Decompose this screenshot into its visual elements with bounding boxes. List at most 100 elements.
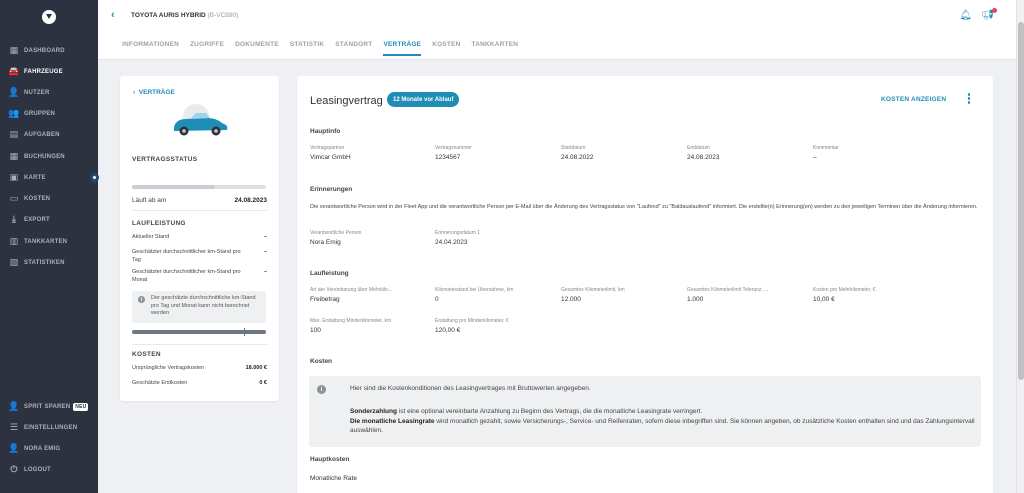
back-to-contracts-link[interactable]: ‹ VERTRÄGE: [133, 89, 175, 96]
sidebar-item-label: TANKKARTEN: [24, 238, 68, 245]
page-scrollbar[interactable]: [1016, 0, 1024, 493]
sidebar-item-label: AUFGABEN: [24, 131, 60, 138]
contract-detail-panel: Leasingvertrag 12 Monate vor Ablauf KOST…: [297, 76, 993, 493]
settings-icon: ☰: [9, 422, 19, 432]
divider: [132, 210, 267, 211]
car-illustration: [174, 104, 228, 136]
contract-title: Leasingvertrag: [310, 95, 383, 107]
savings-icon: 👤: [8, 401, 20, 411]
chart-icon: ▧: [9, 257, 19, 267]
mileage-row: Geschätzter durchschnittlicher km-Stand …: [132, 269, 267, 283]
power-icon: ⏻: [10, 464, 18, 474]
group-icon: 👥: [8, 108, 20, 118]
hauptkosten-heading: Hauptkosten: [310, 456, 350, 463]
sidebar-item-gruppen[interactable]: 👥 GRUPPEN: [0, 103, 98, 124]
field-max-erstattung-minderkilometer-km: Max. Erstattung Minderkilometer, km 100: [310, 318, 392, 334]
sidebar-item-label: FAHRZEUGE: [24, 68, 63, 75]
field-kilometerstand-bei-übernahme-km: Kilometerstand bei Übernahme, km 0: [435, 287, 514, 303]
cost-row: Ursprüngliche Vertragskosten 18.000 €: [132, 365, 267, 371]
sidebar-item-label: LOGOUT: [24, 466, 51, 473]
erinnerungen-text: Die verantwortliche Person wird in der F…: [310, 204, 978, 210]
logo-icon[interactable]: [42, 10, 56, 24]
sidebar-item-tankkarten[interactable]: ▥ TANKKARTEN: [0, 231, 98, 252]
field-art-der-vereinbarung-über-mehrkilo: Art der Vereinbarung über Mehrkilo... Fre…: [310, 287, 392, 303]
field-gesamtes-kilometerlimit-km: Gesamtes Kilometerlimit, km 12.000: [561, 287, 625, 303]
km-info-text: Der geschätzte durchschnittliche km-Stan…: [151, 295, 256, 316]
field-kosten-pro-mehrkilometer: Kosten pro Mehrkilometer, €10,00 €: [813, 287, 876, 303]
sidebar-item-label: DASHBOARD: [24, 47, 65, 54]
sidebar-item-label: KOSTEN: [24, 195, 51, 202]
tab-statistik[interactable]: STATISTIK: [290, 41, 324, 56]
car-icon: 🚘: [8, 66, 20, 76]
tab-dokumente[interactable]: DOKUMENTE: [235, 41, 279, 56]
tab-informationen[interactable]: INFORMATIONEN: [122, 41, 179, 56]
map-icon: ▣: [9, 172, 19, 182]
sidebar-item-label: NORA EMIG: [24, 445, 61, 452]
field-kommentar: Kommentar –: [813, 145, 839, 161]
divider: [132, 344, 267, 345]
back-chevron-icon[interactable]: ‹: [111, 9, 115, 21]
sidebar: ▦ DASHBOARD 🚘 FAHRZEUGE 👤 NUTZER 👥 GRUPPEN ▤ AUFG…: [0, 0, 98, 493]
header: ‹ TOYOTA AURIS HYBRID (B-VC890) INFORMAT…: [98, 0, 1016, 60]
contract-status-progress: [132, 185, 266, 189]
sidebar-item-dashboard[interactable]: ▦ DASHBOARD: [0, 40, 98, 61]
bell-icon[interactable]: 🔔︎: [959, 10, 972, 21]
sidebar-item-fahrzeuge[interactable]: 🚘 FAHRZEUGE: [0, 61, 98, 82]
mileage-bar: [132, 328, 266, 336]
new-badge: NEU: [73, 402, 89, 411]
sidebar-item-label: BUCHUNGEN: [24, 153, 65, 160]
contract-status-progress-fill: [132, 185, 216, 189]
download-icon: ⤓: [11, 214, 17, 224]
sidebar-item-buchungen[interactable]: ▦ BUCHUNGEN: [0, 146, 98, 167]
tab-zugriffe[interactable]: ZUGRIFFE: [190, 41, 224, 56]
expiry-badge: 12 Monate vor Ablauf: [387, 92, 460, 107]
user-icon: 👤: [8, 443, 20, 453]
show-costs-button[interactable]: KOSTEN ANZEIGEN: [881, 96, 946, 103]
expires-row: Läuft ab am 24.08.2023: [132, 197, 267, 204]
calendar-icon: ▦: [9, 151, 19, 161]
wallet-icon: ▭: [9, 193, 19, 203]
sidebar-item-sprit-sparen[interactable]: 👤 SPRIT SPAREN NEU: [0, 396, 98, 417]
laufleistung-section-heading: Laufleistung: [310, 270, 349, 277]
sidebar-item-label: GRUPPEN: [24, 110, 56, 117]
contract-status-card: ‹ VERTRÄGE VERTRAGSSTATUS Läuft ab am 24.…: [120, 76, 279, 401]
kosten-explanation: Sonderzahlung ist eine optional vereinba…: [350, 408, 975, 434]
sidebar-item-export[interactable]: ⤓ EXPORT: [0, 209, 98, 230]
tab-kosten[interactable]: KOSTEN: [432, 41, 460, 56]
field-erinnerungsdatum-1: Erinnerungsdatum 1 24.04.2023: [435, 230, 481, 246]
more-options-icon[interactable]: [966, 93, 972, 104]
field-vertragspartner: Vertragspartner Vimcar GmbH: [310, 145, 351, 161]
info-icon: i: [317, 385, 326, 394]
field-verantwortliche-person: Verantwortliche Person Nora Emig: [310, 230, 362, 246]
sidebar-item-label: STATISTIKEN: [24, 259, 65, 266]
sidebar-item-label: NUTZER: [24, 89, 50, 96]
megaphone-icon[interactable]: 📢︎: [981, 8, 997, 21]
sidebar-item-aufgaben[interactable]: ▤ AUFGABEN: [0, 124, 98, 145]
field-erstattung-pro-minderkilometer: Erstattung pro Minderkilometer, €120,00 …: [435, 318, 509, 334]
tab-bar: INFORMATIONEN ZUGRIFFE DOKUMENTE STATISTIK S…: [122, 41, 518, 56]
kosten-info-box: i Hier sind die Kostenkonditionen des Le…: [309, 376, 981, 447]
sidebar-item-statistiken[interactable]: ▧ STATISTIKEN: [0, 252, 98, 273]
monthly-rate-field: Monatliche Rate: [310, 475, 357, 482]
notification-dot: [992, 8, 997, 13]
vertragsstatus-heading: VERTRAGSSTATUS: [132, 156, 198, 163]
sidebar-item-label: EXPORT: [24, 216, 50, 223]
tab-standort[interactable]: STANDORT: [335, 41, 372, 56]
sidebar-item-nutzer[interactable]: 👤 NUTZER: [0, 82, 98, 103]
kosten-info-line: Hier sind die Kostenkonditionen des Leas…: [350, 385, 591, 392]
user-icon: 👤: [8, 87, 20, 97]
mileage-row: Aktueller Stand –: [132, 234, 267, 240]
dashboard-icon: ▦: [9, 45, 19, 55]
sidebar-item-logout[interactable]: ⏻ LOGOUT: [0, 459, 98, 480]
tab-verträge[interactable]: VERTRÄGE: [383, 41, 422, 56]
sidebar-item-einstellungen[interactable]: ☰ EINSTELLUNGEN: [0, 417, 98, 438]
sidebar-item-karte[interactable]: ▣ KARTE: [0, 167, 98, 188]
vehicle-title: TOYOTA AURIS HYBRID (B-VC890): [131, 12, 239, 19]
sidebar-item-nora-emig[interactable]: 👤 NORA EMIG: [0, 438, 98, 459]
scroll-thumb[interactable]: [1018, 22, 1024, 380]
sidebar-item-kosten[interactable]: ▭ KOSTEN: [0, 188, 98, 209]
mileage-row: Geschätzter durchschnittlicher km-Stand …: [132, 249, 267, 263]
info-icon: i: [138, 296, 145, 303]
tab-tankkarten[interactable]: TANKKARTEN: [472, 41, 519, 56]
field-vertragsnummer: Vertragsnummer 1234567: [435, 145, 472, 161]
